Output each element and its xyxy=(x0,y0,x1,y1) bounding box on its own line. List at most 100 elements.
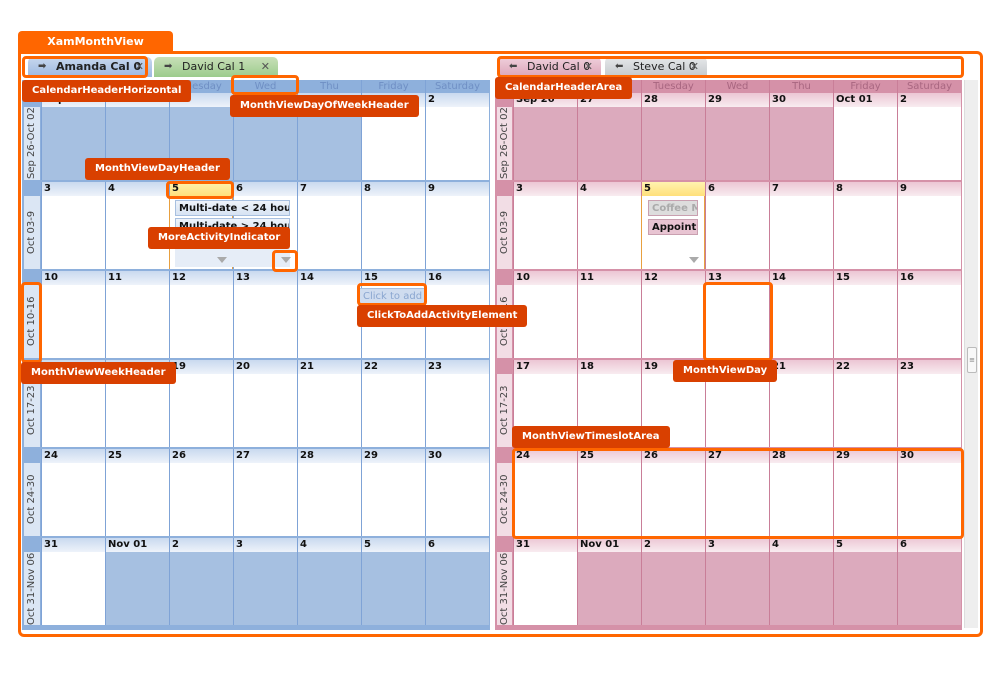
week-header[interactable]: Oct 03-9 xyxy=(497,196,512,269)
month-view-day[interactable] xyxy=(105,285,169,358)
month-view-day[interactable] xyxy=(361,374,425,447)
week-header[interactable]: Sep 26-Oct 02 xyxy=(497,107,512,180)
month-view-day[interactable] xyxy=(769,107,833,180)
day-header[interactable]: 7 xyxy=(297,182,361,196)
week-header[interactable]: Oct 17-23 xyxy=(24,374,40,447)
day-header[interactable]: 28 xyxy=(297,449,361,463)
close-icon[interactable]: ✕ xyxy=(261,57,270,77)
day-header[interactable]: Oct 01 xyxy=(833,93,897,107)
day-header[interactable]: 10 xyxy=(513,271,577,285)
day-header[interactable]: 12 xyxy=(641,271,705,285)
week-header[interactable]: Sep 26-Oct 02 xyxy=(24,107,40,180)
day-header[interactable]: 17 xyxy=(513,360,577,374)
activity[interactable]: Coffee Me xyxy=(648,200,698,216)
day-header[interactable]: 22 xyxy=(361,360,425,374)
day-header[interactable]: 8 xyxy=(833,182,897,196)
month-view-day[interactable] xyxy=(577,107,641,180)
month-view-day[interactable] xyxy=(705,196,769,269)
day-header[interactable]: 31 xyxy=(513,538,577,552)
month-view-day[interactable] xyxy=(577,285,641,358)
month-view-day[interactable] xyxy=(513,552,577,625)
month-view-day[interactable] xyxy=(833,107,897,180)
month-view-day[interactable] xyxy=(897,374,961,447)
day-header[interactable]: 11 xyxy=(577,271,641,285)
day-header[interactable]: 9 xyxy=(425,182,489,196)
day-header[interactable]: 19 xyxy=(169,360,233,374)
day-header[interactable]: 28 xyxy=(641,93,705,107)
month-view-day[interactable] xyxy=(833,196,897,269)
month-view-day[interactable] xyxy=(297,285,361,358)
day-header[interactable]: 23 xyxy=(897,360,961,374)
day-header[interactable]: Nov 01 xyxy=(105,538,169,552)
month-view-day[interactable] xyxy=(897,552,961,625)
day-header[interactable]: 7 xyxy=(769,182,833,196)
day-header[interactable]: 2 xyxy=(641,538,705,552)
month-view-day[interactable] xyxy=(705,374,769,447)
week-header[interactable]: Oct 31-Nov 06 xyxy=(24,552,40,625)
month-view-day[interactable] xyxy=(361,552,425,625)
day-header[interactable]: 13 xyxy=(233,271,297,285)
day-header[interactable]: 14 xyxy=(769,271,833,285)
month-view-day[interactable] xyxy=(577,196,641,269)
month-view-day[interactable] xyxy=(513,196,577,269)
day-header[interactable]: 11 xyxy=(105,271,169,285)
month-view-day[interactable] xyxy=(361,463,425,536)
day-header[interactable]: 10 xyxy=(41,271,105,285)
day-header[interactable]: 21 xyxy=(297,360,361,374)
month-view-day[interactable] xyxy=(105,374,169,447)
week-header[interactable]: Oct 03-9 xyxy=(24,196,40,269)
day-header[interactable]: 16 xyxy=(425,271,489,285)
month-view-day[interactable] xyxy=(233,285,297,358)
month-view-day[interactable] xyxy=(41,285,105,358)
day-header[interactable]: 21 xyxy=(769,360,833,374)
day-header[interactable]: 3 xyxy=(41,182,105,196)
month-view-day[interactable] xyxy=(41,196,105,269)
day-header[interactable]: 30 xyxy=(769,93,833,107)
month-view-day[interactable] xyxy=(833,374,897,447)
month-view-day[interactable] xyxy=(897,107,961,180)
more-activity-indicator-icon[interactable] xyxy=(217,257,227,263)
month-view-day[interactable] xyxy=(769,374,833,447)
month-view-day[interactable] xyxy=(425,374,489,447)
month-view-day[interactable] xyxy=(513,107,577,180)
day-header[interactable]: 29 xyxy=(705,93,769,107)
day-header[interactable]: 6 xyxy=(425,538,489,552)
day-header[interactable]: 4 xyxy=(297,538,361,552)
day-header[interactable]: 6 xyxy=(233,182,297,196)
month-view-day[interactable] xyxy=(769,285,833,358)
month-view-day[interactable] xyxy=(705,552,769,625)
month-view-day[interactable] xyxy=(641,107,705,180)
month-view-day[interactable] xyxy=(833,552,897,625)
day-header[interactable]: 30 xyxy=(425,449,489,463)
month-view-day[interactable] xyxy=(705,107,769,180)
month-view-day[interactable] xyxy=(361,107,425,180)
day-header[interactable]: 23 xyxy=(425,360,489,374)
day-header[interactable]: 4 xyxy=(105,182,169,196)
month-view-day[interactable] xyxy=(41,463,105,536)
month-view-day[interactable] xyxy=(105,552,169,625)
day-header[interactable]: Nov 01 xyxy=(577,538,641,552)
day-header[interactable]: 29 xyxy=(361,449,425,463)
month-view-day[interactable] xyxy=(297,107,361,180)
day-header[interactable]: 22 xyxy=(833,360,897,374)
activity[interactable]: Appointm xyxy=(648,219,698,235)
month-view-day[interactable] xyxy=(769,552,833,625)
day-header[interactable]: 3 xyxy=(513,182,577,196)
month-view-day[interactable] xyxy=(169,285,233,358)
month-view-day[interactable] xyxy=(425,196,489,269)
day-header[interactable]: 5 xyxy=(833,538,897,552)
week-header[interactable]: Oct 31-Nov 06 xyxy=(497,552,512,625)
week-header[interactable]: Oct 24-30 xyxy=(497,463,512,536)
month-view-day[interactable] xyxy=(641,285,705,358)
day-header[interactable]: 6 xyxy=(897,538,961,552)
month-view-day[interactable] xyxy=(361,196,425,269)
month-view-day[interactable] xyxy=(297,463,361,536)
day-header[interactable]: 3 xyxy=(233,538,297,552)
day-header[interactable]: 4 xyxy=(577,182,641,196)
calendar-tab[interactable]: ➡ David Cal 1 ✕ xyxy=(154,57,278,77)
day-header[interactable]: 24 xyxy=(41,449,105,463)
month-view-day[interactable] xyxy=(297,374,361,447)
more-activity-indicator-icon[interactable] xyxy=(689,257,699,263)
day-header[interactable]: 16 xyxy=(897,271,961,285)
month-view-day[interactable] xyxy=(169,552,233,625)
